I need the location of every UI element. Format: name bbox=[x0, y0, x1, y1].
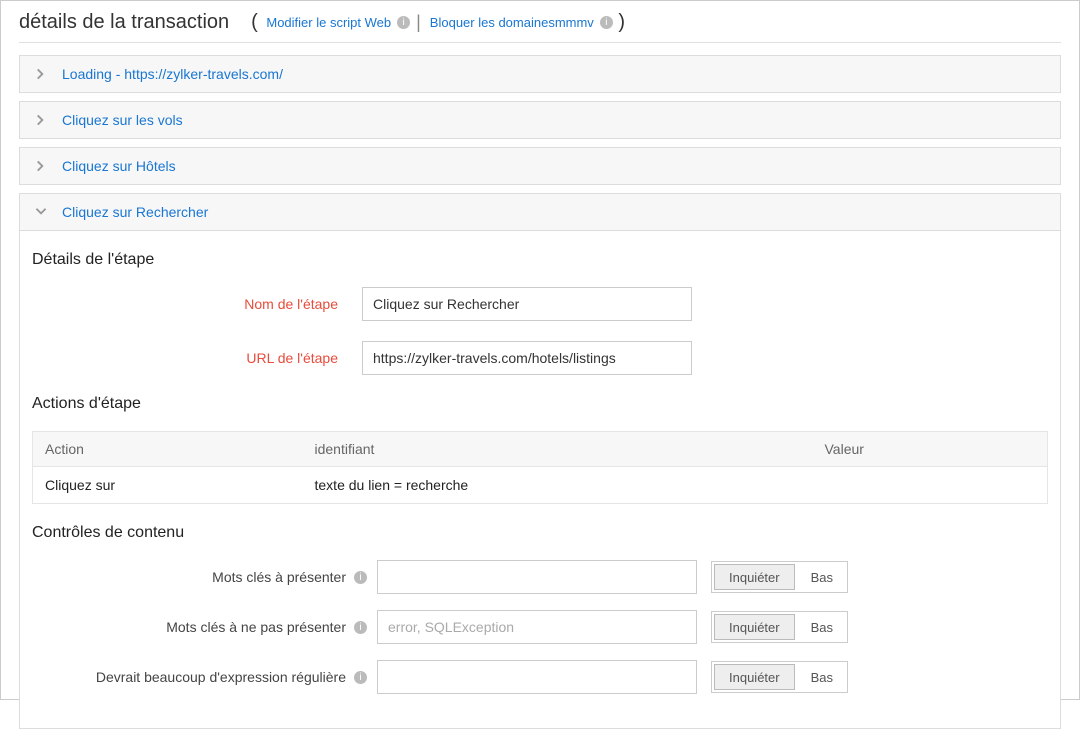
info-icon: i bbox=[354, 621, 367, 634]
step-row-flights[interactable]: Cliquez sur les vols bbox=[19, 101, 1061, 139]
actions-table: Action identifiant Valeur Cliquez sur te… bbox=[32, 431, 1048, 504]
step-label: Loading - https://zylker-travels.com/ bbox=[62, 66, 283, 82]
regex-label: Devrait beaucoup d'expression régulière … bbox=[32, 669, 377, 685]
severity-low-button[interactable]: Bas bbox=[797, 662, 847, 692]
step-row-hotels[interactable]: Cliquez sur Hôtels bbox=[19, 147, 1061, 185]
table-row: Cliquez sur texte du lien = recherche bbox=[33, 467, 1048, 504]
step-name-row: Nom de l'étape bbox=[32, 287, 1048, 321]
info-icon: i bbox=[600, 16, 613, 29]
severity-worry-button[interactable]: Inquiéter bbox=[714, 614, 795, 640]
severity-toggle: Inquiéter Bas bbox=[711, 661, 848, 693]
block-domains-link[interactable]: Bloquer les domainesmmmv bbox=[430, 15, 594, 30]
step-row-loading[interactable]: Loading - https://zylker-travels.com/ bbox=[19, 55, 1061, 93]
regex-input[interactable] bbox=[377, 660, 697, 694]
keywords-present-label: Mots clés à présenter i bbox=[32, 569, 377, 585]
step-url-input[interactable] bbox=[362, 341, 692, 375]
keywords-absent-input[interactable] bbox=[377, 610, 697, 644]
keywords-present-row: Mots clés à présenter i Inquiéter Bas bbox=[32, 560, 1048, 594]
severity-low-button[interactable]: Bas bbox=[797, 562, 847, 592]
step-name-label: Nom de l'étape bbox=[32, 296, 362, 312]
step-label: Cliquez sur Hôtels bbox=[62, 158, 176, 174]
step-url-row: URL de l'étape bbox=[32, 341, 1048, 375]
info-icon: i bbox=[354, 571, 367, 584]
page-title: détails de la transaction bbox=[19, 11, 229, 34]
step-row-search[interactable]: Cliquez sur Rechercher bbox=[19, 193, 1061, 231]
severity-low-button[interactable]: Bas bbox=[797, 612, 847, 642]
step-details-title: Détails de l'étape bbox=[32, 251, 1048, 269]
col-value-header: Valeur bbox=[813, 432, 1048, 467]
content-checks-title: Contrôles de contenu bbox=[32, 524, 1048, 542]
col-identifier-header: identifiant bbox=[303, 432, 813, 467]
chevron-right-icon bbox=[34, 113, 48, 127]
step-label: Cliquez sur les vols bbox=[62, 112, 183, 128]
actions-title: Actions d'étape bbox=[32, 395, 1048, 413]
keywords-absent-row: Mots clés à ne pas présenter i Inquiéter… bbox=[32, 610, 1048, 644]
chevron-right-icon bbox=[34, 159, 48, 173]
page-header: détails de la transaction ( Modifier le … bbox=[19, 11, 1061, 43]
cell-action: Cliquez sur bbox=[33, 467, 303, 504]
header-links: ( Modifier le script Web i | Bloquer les… bbox=[251, 11, 625, 34]
modify-script-link[interactable]: Modifier le script Web bbox=[266, 15, 391, 30]
keywords-present-input[interactable] bbox=[377, 560, 697, 594]
chevron-right-icon bbox=[34, 67, 48, 81]
step-label: Cliquez sur Rechercher bbox=[62, 204, 208, 220]
regex-row: Devrait beaucoup d'expression régulière … bbox=[32, 660, 1048, 694]
keywords-absent-label: Mots clés à ne pas présenter i bbox=[32, 619, 377, 635]
step-name-input[interactable] bbox=[362, 287, 692, 321]
cell-value bbox=[813, 467, 1048, 504]
severity-worry-button[interactable]: Inquiéter bbox=[714, 664, 795, 690]
severity-toggle: Inquiéter Bas bbox=[711, 561, 848, 593]
step-body: Détails de l'étape Nom de l'étape URL de… bbox=[19, 231, 1061, 729]
step-url-label: URL de l'étape bbox=[32, 350, 362, 366]
col-action-header: Action bbox=[33, 432, 303, 467]
cell-identifier: texte du lien = recherche bbox=[303, 467, 813, 504]
chevron-down-icon bbox=[34, 205, 48, 219]
info-icon: i bbox=[397, 16, 410, 29]
severity-worry-button[interactable]: Inquiéter bbox=[714, 564, 795, 590]
severity-toggle: Inquiéter Bas bbox=[711, 611, 848, 643]
info-icon: i bbox=[354, 671, 367, 684]
